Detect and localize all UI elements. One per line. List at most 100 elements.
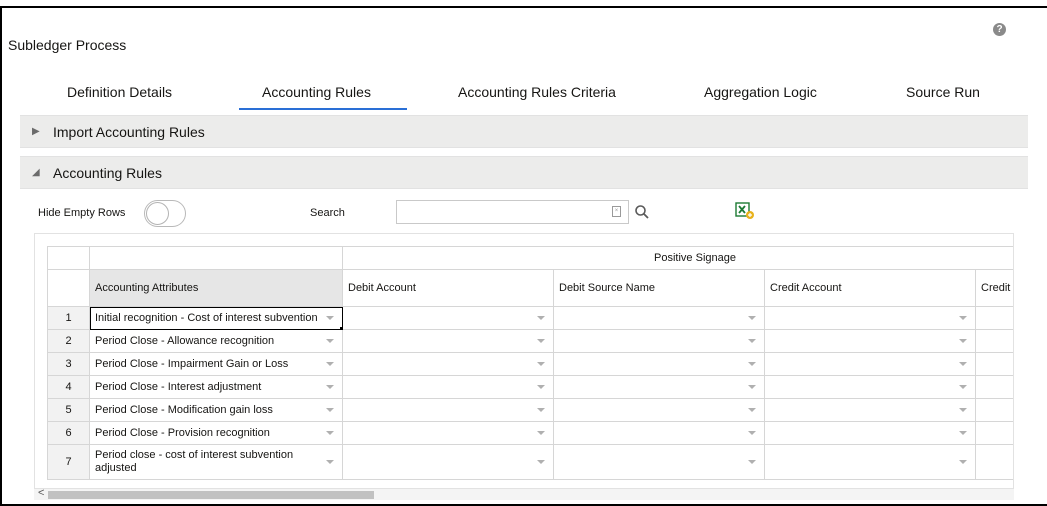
credit-account-cell[interactable] (764, 421, 976, 445)
table-row: 2 Period Close - Allowance recognition (47, 329, 1013, 353)
hide-empty-rows-toggle[interactable] (144, 200, 186, 227)
chevron-down-icon[interactable] (959, 339, 967, 343)
column-header-debit-account[interactable]: Debit Account (342, 269, 554, 307)
chevron-down-icon[interactable] (959, 385, 967, 389)
chevron-down-icon[interactable] (748, 431, 756, 435)
chevron-down-icon[interactable] (537, 316, 545, 320)
credit-account-cell[interactable] (764, 329, 976, 353)
attribute-cell[interactable]: Period close - cost of interest subventi… (89, 444, 343, 480)
scrollbar-thumb[interactable] (48, 491, 374, 499)
debit-source-name-cell[interactable] (553, 375, 765, 399)
debit-account-cell[interactable] (342, 398, 554, 422)
row-number: 5 (47, 398, 90, 422)
column-header-credit-source[interactable]: Credit S (974, 269, 1013, 307)
row-number: 6 (47, 421, 90, 445)
credit-source-cell[interactable] (974, 375, 1013, 399)
section-import-accounting-rules[interactable]: ▶ Import Accounting Rules (20, 115, 1028, 148)
chevron-down-icon[interactable] (326, 339, 334, 343)
credit-source-cell[interactable] (974, 352, 1013, 376)
question-circle-icon[interactable]: ? (993, 23, 1006, 36)
clear-field-icon[interactable]: × (612, 206, 621, 217)
attribute-text: Period Close - Provision recognition (95, 426, 270, 439)
credit-source-cell[interactable] (974, 398, 1013, 422)
section-accounting-rules[interactable]: ◢ Accounting Rules (20, 156, 1028, 189)
tab-accounting-rules-criteria[interactable]: Accounting Rules Criteria (458, 84, 616, 100)
credit-source-cell[interactable] (974, 421, 1013, 445)
chevron-down-icon[interactable] (959, 316, 967, 320)
chevron-down-icon[interactable] (748, 362, 756, 366)
tab-definition-details[interactable]: Definition Details (67, 84, 172, 100)
debit-account-cell[interactable] (342, 306, 554, 330)
tab-accounting-rules[interactable]: Accounting Rules (262, 84, 371, 100)
chevron-down-icon[interactable] (748, 339, 756, 343)
chevron-down-icon[interactable] (748, 385, 756, 389)
attribute-cell[interactable]: Period Close - Interest adjustment (89, 375, 343, 399)
credit-account-cell[interactable] (764, 306, 976, 330)
chevron-down-icon[interactable] (959, 460, 967, 464)
credit-source-cell[interactable] (974, 306, 1013, 330)
debit-account-cell[interactable] (342, 421, 554, 445)
credit-account-cell[interactable] (764, 352, 976, 376)
chevron-down-icon[interactable] (326, 316, 334, 320)
export-to-excel-icon[interactable] (735, 202, 755, 220)
chevron-down-icon[interactable] (748, 408, 756, 412)
tab-source-run[interactable]: Source Run (906, 84, 980, 100)
chevron-down-icon[interactable] (537, 408, 545, 412)
chevron-down-icon[interactable] (748, 460, 756, 464)
debit-source-name-cell[interactable] (553, 398, 765, 422)
chevron-down-icon[interactable] (537, 385, 545, 389)
credit-account-cell[interactable] (764, 398, 976, 422)
table-row: 6 Period Close - Provision recognition (47, 421, 1013, 445)
attribute-cell[interactable]: Period Close - Allowance recognition (89, 329, 343, 353)
debit-source-name-cell[interactable] (553, 352, 765, 376)
table-row: 7 Period close - cost of interest subven… (47, 444, 1013, 480)
rules-table: Positive Signage Accounting Attributes D… (47, 246, 1013, 480)
credit-account-cell[interactable] (764, 444, 976, 480)
credit-source-cell[interactable] (974, 444, 1013, 480)
chevron-down-icon[interactable] (537, 460, 545, 464)
debit-source-name-cell[interactable] (553, 329, 765, 353)
chevron-down-icon[interactable] (326, 460, 334, 464)
tab-aggregation-logic[interactable]: Aggregation Logic (704, 84, 817, 100)
table-row: 5 Period Close - Modification gain loss (47, 398, 1013, 422)
chevron-down-icon[interactable] (326, 362, 334, 366)
search-icon[interactable] (634, 204, 650, 220)
debit-account-cell[interactable] (342, 352, 554, 376)
attribute-cell[interactable]: Period Close - Modification gain loss (89, 398, 343, 422)
active-tab-indicator (239, 108, 407, 110)
chevron-down-icon[interactable] (537, 431, 545, 435)
chevron-down-icon[interactable] (326, 385, 334, 389)
credit-source-cell[interactable] (974, 329, 1013, 353)
scroll-left-icon[interactable]: < (38, 487, 44, 499)
attribute-text: Period Close - Modification gain loss (95, 403, 273, 416)
chevron-down-icon[interactable] (748, 316, 756, 320)
chevron-down-icon[interactable] (959, 408, 967, 412)
debit-source-name-cell[interactable] (553, 444, 765, 480)
credit-account-cell[interactable] (764, 375, 976, 399)
chevron-down-icon[interactable] (959, 362, 967, 366)
column-header-accounting-attributes[interactable]: Accounting Attributes (89, 269, 343, 307)
column-header-credit-account[interactable]: Credit Account (764, 269, 976, 307)
row-number: 1 (47, 306, 90, 330)
debit-account-cell[interactable] (342, 375, 554, 399)
column-header-debit-source-name[interactable]: Debit Source Name (553, 269, 765, 307)
page-title: Subledger Process (8, 37, 127, 53)
attribute-text: Period close - cost of interest subventi… (95, 449, 294, 474)
chevron-down-icon[interactable] (537, 339, 545, 343)
debit-source-name-cell[interactable] (553, 306, 765, 330)
search-input[interactable] (396, 200, 629, 224)
debit-source-name-cell[interactable] (553, 421, 765, 445)
chevron-down-icon[interactable] (537, 362, 545, 366)
horizontal-scrollbar[interactable]: < (34, 487, 1014, 500)
tab-bar: Definition Details Accounting Rules Acco… (20, 74, 1028, 114)
attribute-cell[interactable]: Period Close - Provision recognition (89, 421, 343, 445)
chevron-down-icon[interactable] (326, 408, 334, 412)
attribute-cell[interactable]: Period Close - Impairment Gain or Loss (89, 352, 343, 376)
chevron-down-icon[interactable] (326, 431, 334, 435)
debit-account-cell[interactable] (342, 444, 554, 480)
attribute-text: Period Close - Allowance recognition (95, 334, 275, 347)
chevron-down-icon[interactable] (959, 431, 967, 435)
attribute-cell[interactable]: Initial recognition - Cost of interest s… (89, 306, 343, 330)
attribute-text: Period Close - Impairment Gain or Loss (95, 357, 289, 370)
debit-account-cell[interactable] (342, 329, 554, 353)
